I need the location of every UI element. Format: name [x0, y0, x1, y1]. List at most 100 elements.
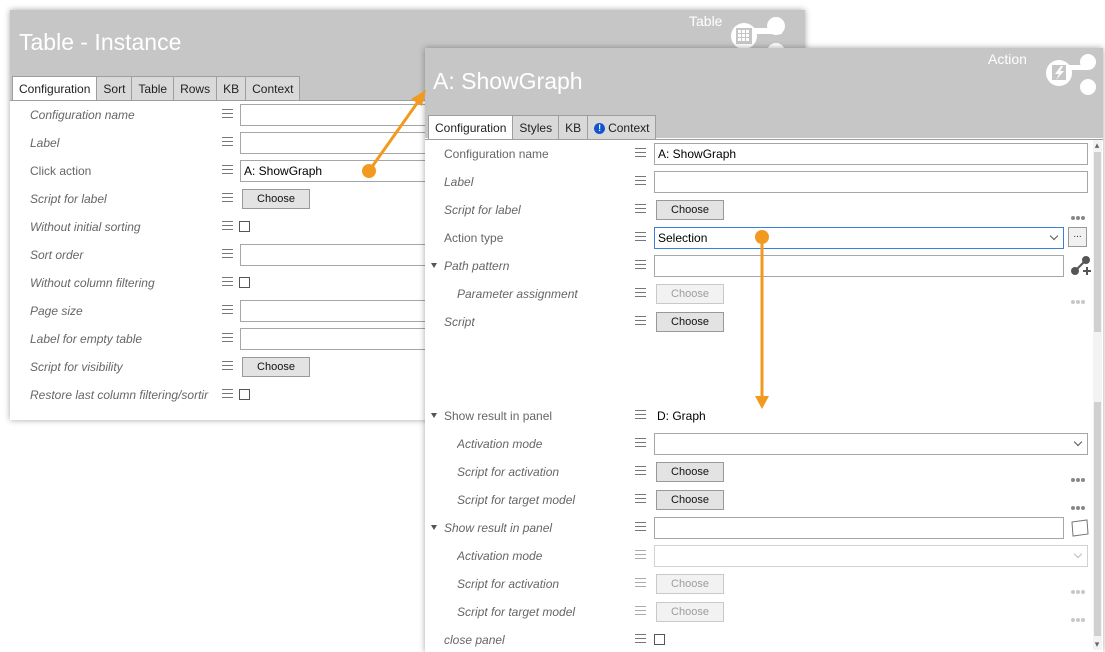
choose-button[interactable]: Choose	[656, 490, 724, 510]
tab-sort[interactable]: Sort	[96, 76, 133, 101]
more-options-icon[interactable]	[1071, 293, 1089, 304]
hamburger-icon[interactable]	[635, 148, 646, 157]
hamburger-icon[interactable]	[635, 316, 646, 325]
choose-button[interactable]: Choose	[656, 312, 724, 332]
field-label: Label for empty table	[30, 332, 143, 346]
without-column-filtering-checkbox[interactable]	[239, 277, 250, 288]
tab-context[interactable]: ! Context	[587, 115, 657, 140]
show-result-in-panel-input[interactable]	[654, 517, 1064, 539]
hamburger-icon[interactable]	[222, 305, 233, 314]
hamburger-icon[interactable]	[635, 438, 646, 447]
label-input[interactable]	[654, 171, 1088, 193]
browse-button[interactable]: ...	[1068, 227, 1087, 247]
action-type-select[interactable]: Selection	[654, 227, 1064, 249]
hamburger-icon[interactable]	[635, 410, 646, 419]
hamburger-icon[interactable]	[635, 522, 646, 531]
choose-button[interactable]: Choose	[656, 462, 724, 482]
tab-kb[interactable]: KB	[216, 76, 247, 101]
hamburger-icon[interactable]	[635, 606, 646, 615]
tab-configuration[interactable]: Configuration	[12, 76, 98, 101]
choose-button[interactable]: Choose	[242, 189, 310, 209]
hamburger-icon[interactable]	[222, 361, 233, 370]
more-options-icon[interactable]	[1071, 583, 1089, 594]
field-script-for-activation-2: Script for activation Choose	[425, 570, 1103, 598]
scroll-down-arrow-icon[interactable]: ▾	[1093, 639, 1101, 650]
sort-order-input[interactable]	[240, 244, 440, 266]
hamburger-icon[interactable]	[222, 109, 233, 118]
field-label: Script for label	[30, 192, 107, 206]
hamburger-icon[interactable]	[635, 232, 646, 241]
label-for-empty-table-input[interactable]	[240, 328, 440, 350]
scrollbar-thumb[interactable]	[1094, 152, 1101, 332]
more-options-icon[interactable]	[1071, 611, 1089, 622]
action-type-value: Selection	[658, 231, 708, 245]
choose-button[interactable]: Choose	[656, 284, 724, 304]
choose-button[interactable]: Choose	[656, 200, 724, 220]
hamburger-icon[interactable]	[635, 578, 646, 587]
hamburger-icon[interactable]	[222, 221, 233, 230]
hamburger-icon[interactable]	[222, 193, 233, 202]
field-label: Script for visibility	[30, 360, 123, 374]
field-label: Script for activation	[457, 465, 560, 479]
more-options-icon[interactable]	[1071, 471, 1089, 482]
hamburger-icon[interactable]	[635, 288, 646, 297]
hamburger-icon[interactable]	[222, 249, 233, 258]
hamburger-icon[interactable]	[635, 466, 646, 475]
field-label: Without column filtering	[30, 276, 155, 290]
collapse-icon[interactable]	[431, 263, 437, 268]
add-path-icon[interactable]	[1070, 255, 1092, 277]
field-label: Click action	[30, 164, 92, 178]
without-initial-sorting-checkbox[interactable]	[239, 221, 250, 232]
chevron-down-icon	[1073, 437, 1083, 447]
click-action-input[interactable]: A: ShowGraph	[240, 160, 440, 182]
restore-last-column-filtering-checkbox[interactable]	[239, 389, 250, 400]
scroll-up-arrow-icon[interactable]: ▴	[1093, 140, 1101, 151]
field-label: Script for activation	[457, 577, 560, 591]
field-label: Sort order	[30, 248, 84, 262]
show-result-value: D: Graph	[657, 409, 706, 423]
configuration-name-input[interactable]	[240, 104, 440, 126]
hamburger-icon[interactable]	[222, 389, 233, 398]
panel-icon[interactable]	[1070, 518, 1090, 538]
tab-table[interactable]: Table	[131, 76, 175, 101]
vertical-scrollbar[interactable]: ▴ ▾	[1093, 140, 1102, 650]
choose-button[interactable]: Choose	[656, 602, 724, 622]
hamburger-icon[interactable]	[635, 260, 646, 269]
field-show-result-in-panel: Show result in panel D: Graph	[425, 402, 1103, 430]
hamburger-icon[interactable]	[635, 204, 646, 213]
label-input[interactable]	[240, 132, 440, 154]
hamburger-icon[interactable]	[635, 176, 646, 185]
path-pattern-input[interactable]	[654, 255, 1064, 277]
field-label: Configuration name	[30, 108, 135, 122]
field-show-result-in-panel-2: Show result in panel	[425, 514, 1103, 542]
tab-styles[interactable]: Styles	[512, 115, 560, 140]
tab-kb[interactable]: KB	[558, 115, 589, 140]
activation-mode-select[interactable]	[654, 433, 1088, 455]
field-label: Script for target model	[457, 493, 576, 507]
close-panel-checkbox[interactable]	[654, 634, 665, 645]
collapse-icon[interactable]	[431, 413, 437, 418]
field-script-for-target-model: Script for target model Choose	[425, 486, 1103, 514]
configuration-name-input[interactable]: A: ShowGraph	[654, 143, 1088, 165]
tab-configuration[interactable]: Configuration	[428, 115, 514, 140]
field-label: Action type	[444, 231, 504, 245]
hamburger-icon[interactable]	[635, 550, 646, 559]
action-panel-title: A: ShowGraph	[433, 68, 583, 94]
activation-mode-select[interactable]	[654, 545, 1088, 567]
hamburger-icon[interactable]	[222, 137, 233, 146]
field-label: Activation mode	[457, 437, 543, 451]
hamburger-icon[interactable]	[222, 165, 233, 174]
choose-button[interactable]: Choose	[656, 574, 724, 594]
hamburger-icon[interactable]	[635, 634, 646, 643]
table-panel-type-label: Table	[689, 13, 723, 29]
page-size-input[interactable]	[240, 300, 440, 322]
choose-button[interactable]: Choose	[242, 357, 310, 377]
hamburger-icon[interactable]	[222, 277, 233, 286]
collapse-icon[interactable]	[431, 525, 437, 530]
hamburger-icon[interactable]	[222, 333, 233, 342]
hamburger-icon[interactable]	[635, 494, 646, 503]
tab-context[interactable]: Context	[245, 76, 301, 101]
more-options-icon[interactable]	[1071, 209, 1089, 220]
more-options-icon[interactable]	[1071, 499, 1089, 510]
tab-rows[interactable]: Rows	[173, 76, 218, 101]
